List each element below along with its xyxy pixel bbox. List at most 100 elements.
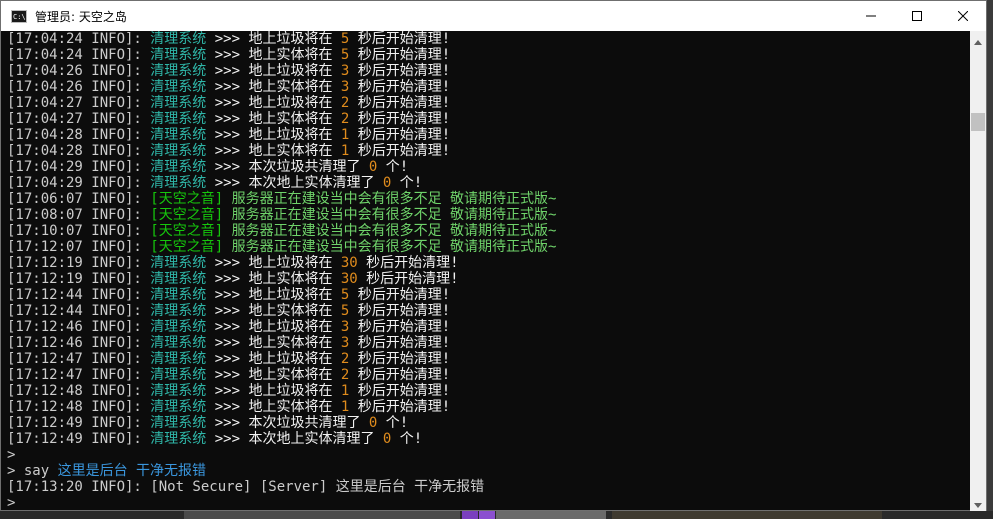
console-text-segment: 个!: [377, 415, 409, 431]
console-text-segment: >>> 地上垃圾将在: [206, 351, 341, 367]
console-text-segment: 清理系统: [150, 127, 207, 143]
console-line: [17:12:47 INFO]: 清理系统 >>> 地上垃圾将在 2 秒后开始清…: [7, 351, 970, 367]
console-line: [17:12:49 INFO]: 清理系统 >>> 本次地上实体清理了 0 个!: [7, 431, 970, 447]
console-text-segment: >>> 地上垃圾将在: [206, 95, 341, 111]
console-line: [17:04:26 INFO]: 清理系统 >>> 地上垃圾将在 3 秒后开始清…: [7, 63, 970, 79]
console-line: [17:12:19 INFO]: 清理系统 >>> 地上实体将在 30 秒后开始…: [7, 271, 970, 287]
console-line: [17:04:29 INFO]: 清理系统 >>> 本次地上实体清理了 0 个!: [7, 175, 970, 191]
background-item-peek: [479, 511, 495, 519]
console-text-segment: 清理系统: [150, 95, 207, 111]
console-text-segment: 秒后开始清理!: [357, 255, 459, 271]
console-text-segment: 秒后开始清理!: [349, 335, 451, 351]
console-line: [17:12:19 INFO]: 清理系统 >>> 地上垃圾将在 30 秒后开始…: [7, 255, 970, 271]
console-text-segment: 30: [340, 271, 358, 287]
console-text-segment: [17:04:24 INFO]:: [7, 31, 151, 47]
console-text-segment: 服务器正在建设当中会有很多不足 敬请期待正式版~: [223, 191, 557, 207]
maximize-icon: [912, 11, 922, 21]
console-line: [17:13:20 INFO]: [Not Secure] [Server] 这…: [7, 479, 970, 495]
console-text-segment: [17:04:24 INFO]:: [7, 47, 151, 63]
console-text-segment: 清理系统: [150, 287, 207, 303]
minimize-button[interactable]: [848, 1, 894, 31]
console-text-segment: 秒后开始清理!: [357, 271, 459, 287]
console-text-segment: 清理系统: [150, 319, 207, 335]
console-text-segment: 个!: [377, 159, 409, 175]
console-text-segment: 秒后开始清理!: [349, 31, 451, 47]
console-line: [17:04:24 INFO]: 清理系统 >>> 地上垃圾将在 5 秒后开始清…: [7, 31, 970, 47]
console-text-segment: >>> 地上实体将在: [206, 271, 341, 287]
console-line: > say 这里是后台 干净无报错: [7, 463, 970, 479]
console-text-segment: 个!: [391, 431, 423, 447]
console-text-segment: [17:12:49 INFO]:: [7, 431, 151, 447]
console-line: [17:04:29 INFO]: 清理系统 >>> 本次垃圾共清理了 0 个!: [7, 159, 970, 175]
console-text-segment: 秒后开始清理!: [349, 143, 451, 159]
console-text-segment: 清理系统: [150, 383, 207, 399]
console-text-segment: 清理系统: [150, 111, 207, 127]
console-text-segment: [17:04:28 INFO]:: [7, 143, 151, 159]
console-text-segment: [17:12:46 INFO]:: [7, 335, 151, 351]
console-text-segment: 清理系统: [150, 271, 207, 287]
scroll-up-button[interactable]: [970, 31, 986, 48]
console-text-segment: 秒后开始清理!: [349, 383, 451, 399]
console-text-segment: [17:04:26 INFO]:: [7, 63, 151, 79]
console-text-segment: >>> 本次地上实体清理了: [206, 431, 383, 447]
console-text-segment: >>> 地上实体将在: [206, 367, 341, 383]
console-text-segment: [17:04:27 INFO]:: [7, 111, 151, 127]
console-text-segment: 秒后开始清理!: [349, 367, 451, 383]
console-text-segment: > say: [7, 463, 58, 479]
console-line: [17:04:24 INFO]: 清理系统 >>> 地上实体将在 5 秒后开始清…: [7, 47, 970, 63]
console-text-segment: [天空之音]: [150, 239, 224, 255]
background-item-peek: [496, 511, 606, 519]
console-output[interactable]: [17:04:24 INFO]: 清理系统 >>> 地上垃圾将在 5 秒后开始清…: [1, 31, 970, 511]
console-window: C:\ 管理员: 天空之岛 [17:04:24 INFO]: 清理系统 >>> …: [0, 0, 987, 511]
console-text-segment: >>> 地上实体将在: [206, 111, 341, 127]
window-title: 管理员: 天空之岛: [35, 9, 127, 24]
console-text-segment: [17:12:47 INFO]:: [7, 367, 151, 383]
console-line: [17:12:07 INFO]: [天空之音] 服务器正在建设当中会有很多不足 …: [7, 239, 970, 255]
console-text-segment: [17:12:47 INFO]:: [7, 351, 151, 367]
vertical-scrollbar[interactable]: [970, 31, 986, 511]
console-text-segment: 清理系统: [150, 31, 207, 47]
scrollbar-thumb[interactable]: [971, 113, 985, 131]
console-text-segment: 秒后开始清理!: [349, 399, 451, 415]
console-text-segment: 服务器正在建设当中会有很多不足 敬请期待正式版~: [223, 207, 557, 223]
console-text-segment: [17:04:29 INFO]:: [7, 159, 151, 175]
console-text-segment: [17:12:48 INFO]:: [7, 383, 151, 399]
console-text-segment: 30: [340, 255, 358, 271]
console-text-segment: >>> 地上垃圾将在: [206, 63, 341, 79]
console-text-segment: >>> 地上实体将在: [206, 303, 341, 319]
maximize-button[interactable]: [894, 1, 940, 31]
console-text-segment: >: [7, 447, 16, 463]
close-button[interactable]: [940, 1, 986, 31]
console-text-segment: 清理系统: [150, 255, 207, 271]
console-line: [17:12:46 INFO]: 清理系统 >>> 地上实体将在 3 秒后开始清…: [7, 335, 970, 351]
console-text-segment: >>> 地上垃圾将在: [206, 31, 341, 47]
console-line: [17:04:27 INFO]: 清理系统 >>> 地上实体将在 2 秒后开始清…: [7, 111, 970, 127]
console-text-segment: [17:12:19 INFO]:: [7, 255, 151, 271]
console-text-segment: 清理系统: [150, 335, 207, 351]
console-text-segment: 清理系统: [150, 415, 207, 431]
console-text-segment: >: [7, 495, 16, 511]
console-text-segment: >>> 地上垃圾将在: [206, 319, 341, 335]
console-line: [17:12:48 INFO]: 清理系统 >>> 地上实体将在 1 秒后开始清…: [7, 399, 970, 415]
scroll-down-button[interactable]: [970, 494, 986, 511]
console-text-segment: >>> 地上实体将在: [206, 79, 341, 95]
console-text-segment: 清理系统: [150, 399, 207, 415]
console-line: [17:10:07 INFO]: [天空之音] 服务器正在建设当中会有很多不足 …: [7, 223, 970, 239]
console-text-segment: [17:12:07 INFO]:: [7, 239, 151, 255]
title-bar[interactable]: C:\ 管理员: 天空之岛: [1, 1, 986, 31]
console-text-segment: >>> 本次地上实体清理了: [206, 175, 383, 191]
console-text-segment: [17:12:19 INFO]:: [7, 271, 151, 287]
console-line: [17:04:27 INFO]: 清理系统 >>> 地上垃圾将在 2 秒后开始清…: [7, 95, 970, 111]
console-text-segment: >>> 地上垃圾将在: [206, 287, 341, 303]
console-text-segment: >>> 本次垃圾共清理了: [206, 415, 369, 431]
console-text-segment: [17:04:26 INFO]:: [7, 79, 151, 95]
console-text-segment: 清理系统: [150, 431, 207, 447]
console-text-segment: 清理系统: [150, 159, 207, 175]
console-text-segment: 秒后开始清理!: [349, 95, 451, 111]
console-app-icon[interactable]: C:\: [11, 9, 27, 23]
console-line: [17:12:46 INFO]: 清理系统 >>> 地上垃圾将在 3 秒后开始清…: [7, 319, 970, 335]
console-text-segment: 清理系统: [150, 79, 207, 95]
console-line: [17:12:44 INFO]: 清理系统 >>> 地上实体将在 5 秒后开始清…: [7, 303, 970, 319]
console-text-segment: [17:10:07 INFO]:: [7, 223, 151, 239]
console-text-segment: 清理系统: [150, 175, 207, 191]
